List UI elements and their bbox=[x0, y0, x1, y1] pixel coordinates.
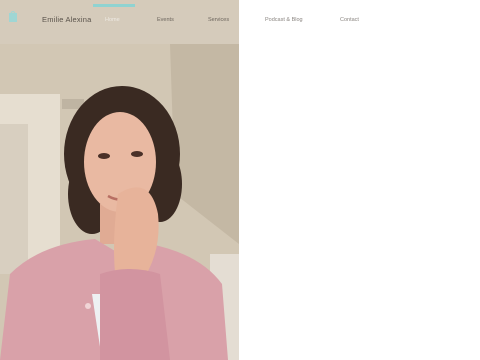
nav-events[interactable]: Events bbox=[157, 17, 174, 23]
site-header: Emilie Alexina Home Events Services Podc… bbox=[0, 0, 480, 44]
bag-logo-icon[interactable] bbox=[8, 10, 18, 22]
nav-contact[interactable]: Contact bbox=[340, 17, 359, 23]
site-name[interactable]: Emilie Alexina bbox=[42, 15, 92, 24]
nav-podcast-blog[interactable]: Podcast & Blog bbox=[265, 17, 303, 23]
nav-home[interactable]: Home bbox=[105, 17, 120, 23]
active-nav-indicator bbox=[93, 4, 135, 7]
portrait-photo bbox=[0, 44, 239, 360]
hero-photo-panel bbox=[0, 0, 239, 360]
nav-services[interactable]: Services bbox=[208, 17, 229, 23]
